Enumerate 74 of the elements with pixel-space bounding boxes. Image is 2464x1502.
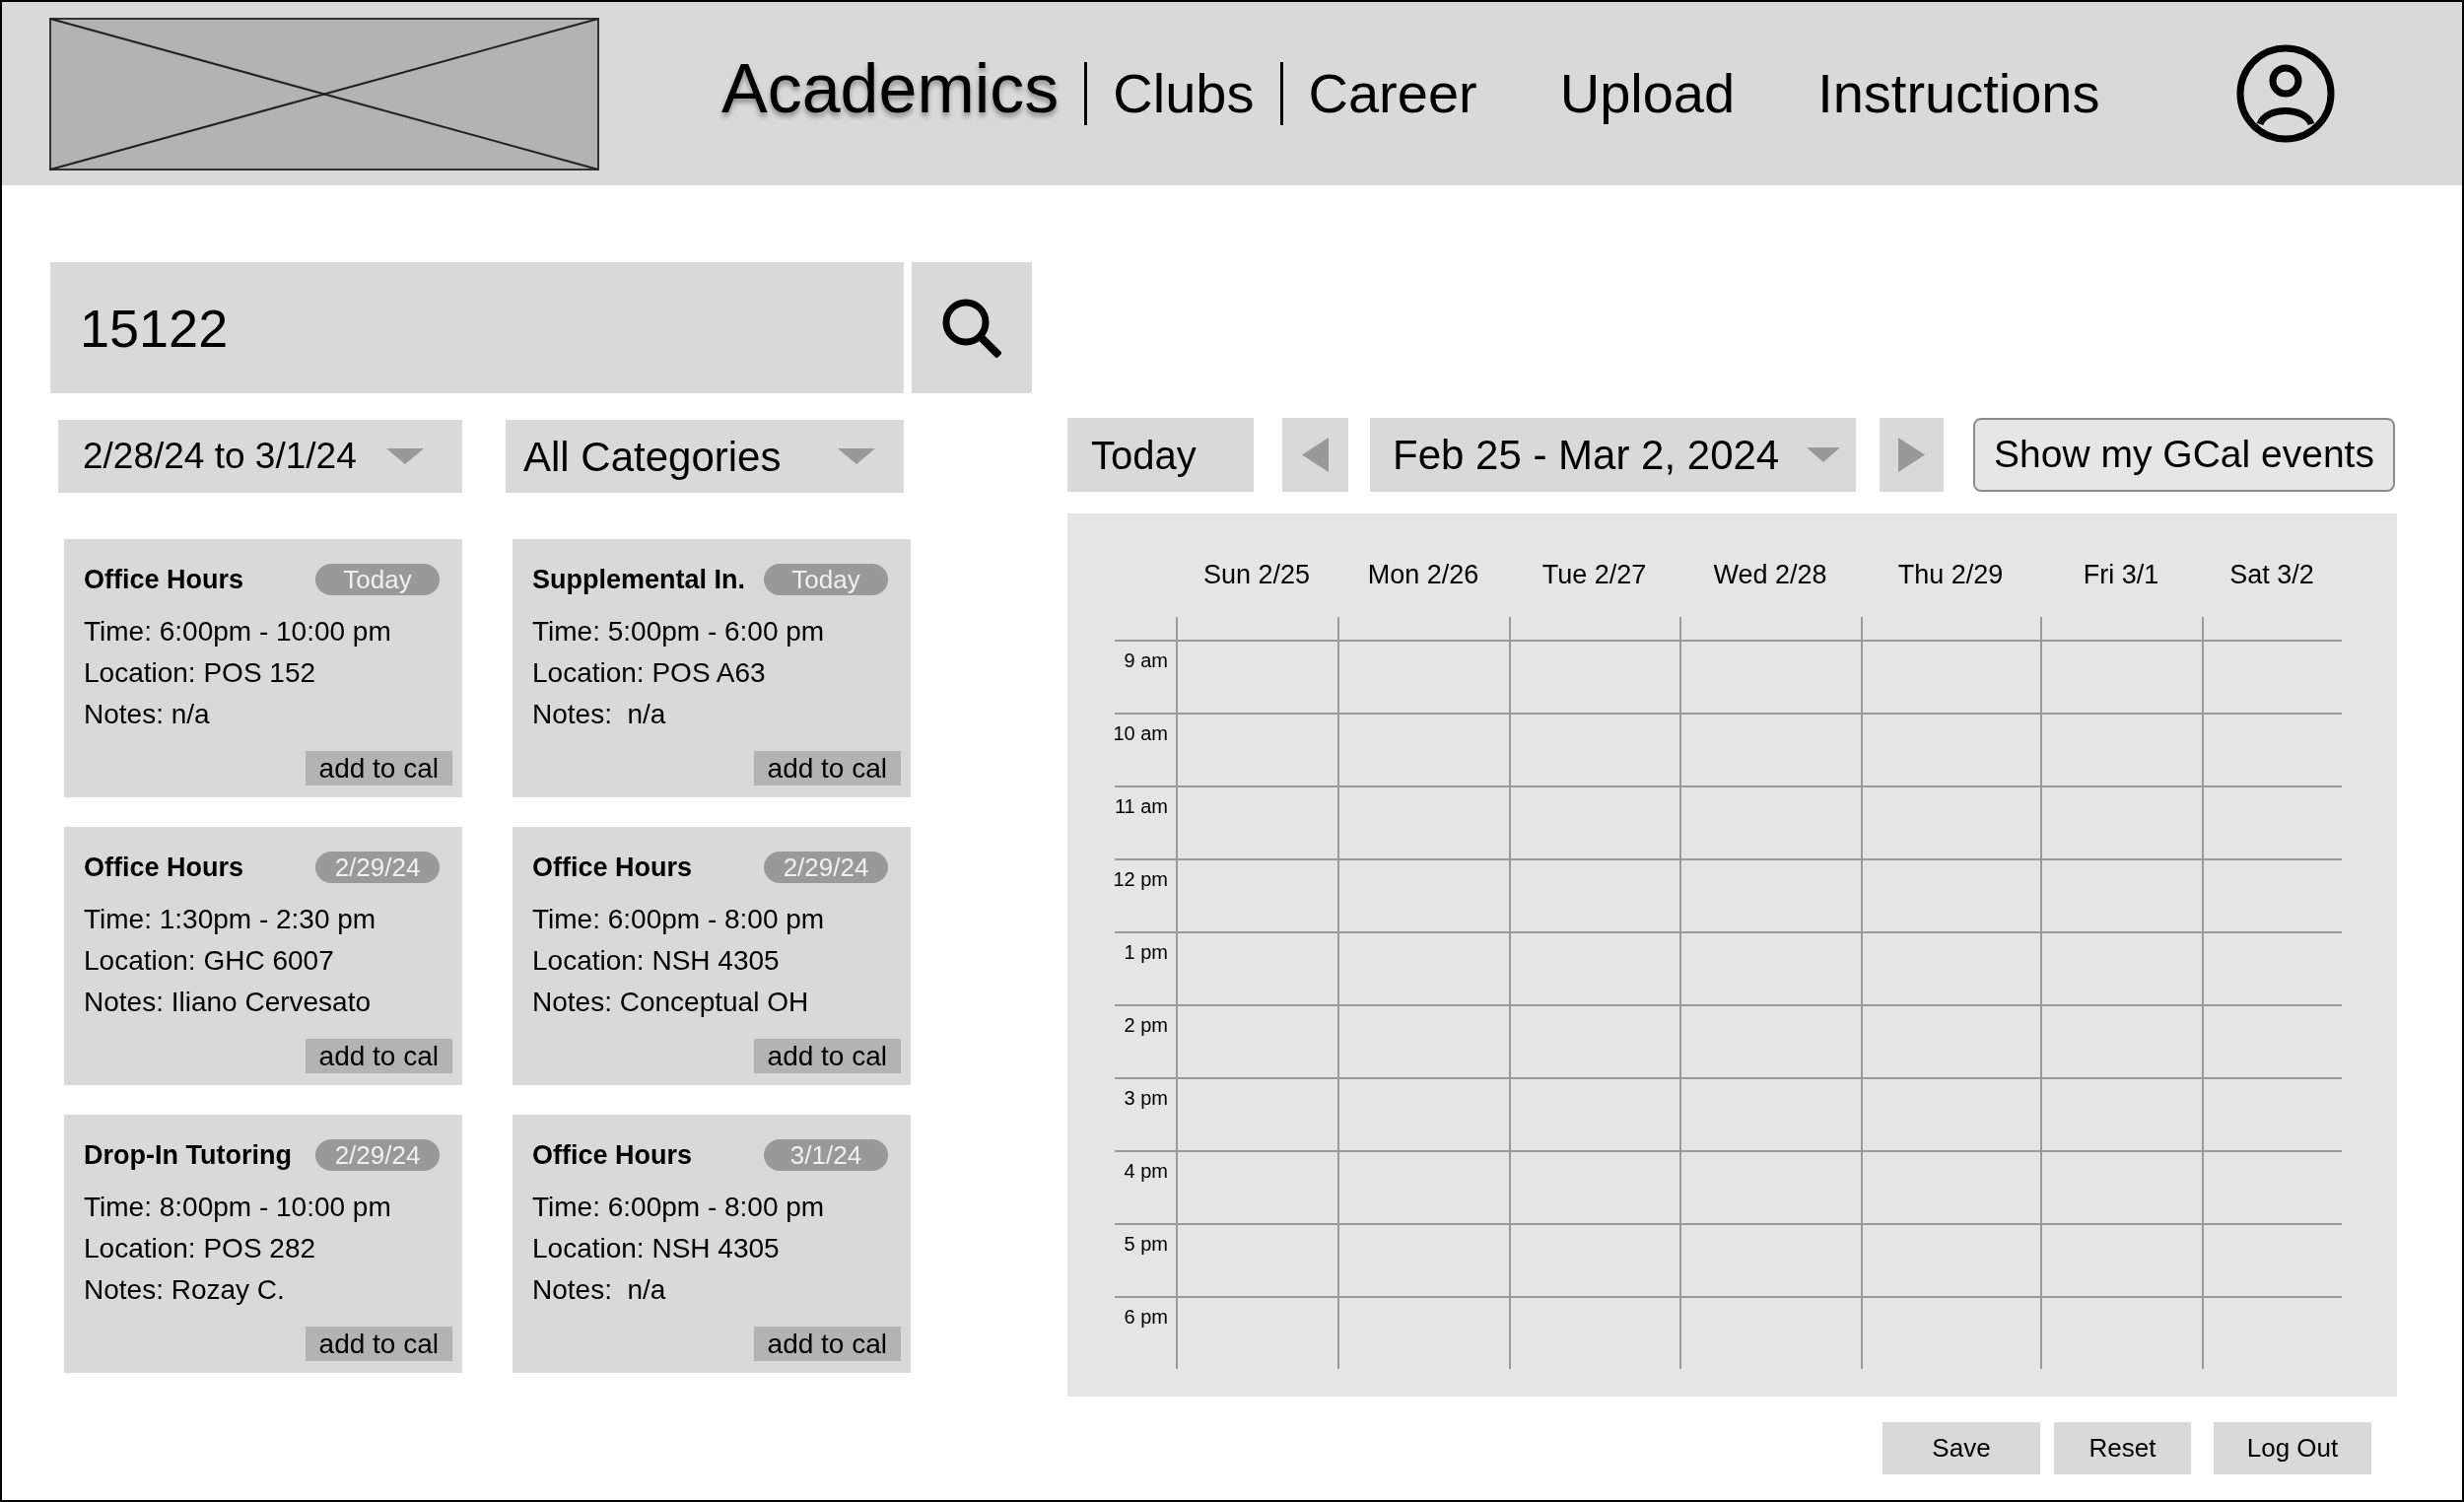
footer-button[interactable]: Log Out xyxy=(2214,1422,2371,1474)
day-header: Fri 3/1 xyxy=(2083,558,2159,591)
event-title: Office Hours xyxy=(84,563,244,596)
time-label: 3 pm xyxy=(1124,1086,1168,1111)
date-badge: 3/1/24 xyxy=(764,1139,888,1171)
show-gcal-events-button[interactable]: Show my GCal events xyxy=(1973,418,2395,492)
day-header: Wed 2/28 xyxy=(1713,558,1827,591)
nav-tab[interactable]: Career xyxy=(1308,66,1477,121)
week-range-dropdown[interactable]: Feb 25 - Mar 2, 2024 xyxy=(1370,418,1856,492)
nav-tab[interactable]: Academics xyxy=(721,54,1060,133)
event-location: Location: NSH 4305 xyxy=(532,1232,780,1265)
time-label: 5 pm xyxy=(1124,1232,1168,1257)
event-time: Time: 6:00pm - 10:00 pm xyxy=(84,615,391,649)
add-to-calendar-button[interactable]: add to cal xyxy=(305,1327,452,1361)
event-notes: Notes: n/a xyxy=(532,698,666,731)
event-title: Office Hours xyxy=(84,851,244,884)
add-to-calendar-button[interactable]: add to cal xyxy=(753,1327,901,1361)
event-title: Office Hours xyxy=(532,1138,693,1172)
caret-down-icon xyxy=(838,448,875,464)
event-location: Location: POS 282 xyxy=(84,1232,316,1265)
event-notes: Notes: n/a xyxy=(84,698,210,731)
day-header: Tue 2/27 xyxy=(1541,558,1647,591)
day-header: Thu 2/29 xyxy=(1897,558,2004,591)
event-notes: Notes: n/a xyxy=(532,1273,666,1307)
add-to-calendar-button[interactable]: add to cal xyxy=(753,751,901,785)
time-label: 2 pm xyxy=(1124,1013,1168,1038)
event-notes: Notes: Iliano Cervesato xyxy=(84,986,372,1019)
caret-right-icon xyxy=(1898,438,1925,472)
date-badge: 2/29/24 xyxy=(315,852,440,883)
search-field[interactable]: 15122 xyxy=(50,262,904,393)
event-title: Drop-In Tutoring xyxy=(84,1138,292,1172)
event-title: Office Hours xyxy=(532,851,693,884)
event-location: Location: POS 152 xyxy=(84,656,316,690)
event-time: Time: 1:30pm - 2:30 pm xyxy=(84,903,376,936)
time-label: 1 pm xyxy=(1124,940,1168,965)
event-time: Time: 6:00pm - 8:00 pm xyxy=(532,903,825,936)
nav-link[interactable]: Instructions xyxy=(1817,66,2100,121)
date-badge: 2/29/24 xyxy=(764,852,888,883)
add-to-calendar-button[interactable]: add to cal xyxy=(305,1039,452,1073)
time-label: 10 am xyxy=(1113,721,1168,746)
event-location: Location: GHC 6007 xyxy=(84,944,334,978)
caret-down-icon xyxy=(1807,447,1840,462)
day-header: Sat 3/2 xyxy=(2229,558,2314,591)
add-to-calendar-button[interactable]: add to cal xyxy=(753,1039,901,1073)
time-label: 11 am xyxy=(1114,794,1168,819)
footer-button[interactable]: Save xyxy=(1882,1422,2040,1474)
date-badge: Today xyxy=(764,564,888,595)
event-time: Time: 6:00pm - 8:00 pm xyxy=(532,1191,825,1224)
event-time: Time: 8:00pm - 10:00 pm xyxy=(84,1191,391,1224)
search-icon xyxy=(942,298,1001,358)
time-label: 9 am xyxy=(1124,649,1168,673)
search-button[interactable] xyxy=(912,262,1032,393)
event-notes: Notes: Rozay C. xyxy=(84,1273,285,1307)
caret-down-icon xyxy=(386,448,424,464)
date-badge: 2/29/24 xyxy=(315,1139,440,1171)
event-location: Location: NSH 4305 xyxy=(532,944,780,978)
add-to-calendar-button[interactable]: add to cal xyxy=(305,751,452,785)
event-time: Time: 5:00pm - 6:00 pm xyxy=(532,615,825,649)
caret-left-icon xyxy=(1302,438,1329,472)
day-header: Mon 2/26 xyxy=(1367,558,1479,591)
time-label: 4 pm xyxy=(1124,1159,1168,1184)
event-notes: Notes: Conceptual OH xyxy=(532,986,809,1019)
time-label: 12 pm xyxy=(1113,867,1168,892)
today-button[interactable]: Today xyxy=(1067,418,1254,492)
profile-icon[interactable] xyxy=(2236,44,2335,143)
date-range-dropdown[interactable]: 2/28/24 to 3/1/24 xyxy=(58,420,462,493)
date-badge: Today xyxy=(315,564,440,595)
footer-button[interactable]: Reset xyxy=(2054,1422,2191,1474)
category-dropdown[interactable]: All Categories xyxy=(506,420,904,493)
event-title: Supplemental In. xyxy=(532,563,746,596)
event-location: Location: POS A63 xyxy=(532,656,766,690)
time-label: 6 pm xyxy=(1124,1305,1168,1330)
day-header: Sun 2/25 xyxy=(1202,558,1311,591)
nav-tab[interactable]: Clubs xyxy=(1113,66,1255,121)
